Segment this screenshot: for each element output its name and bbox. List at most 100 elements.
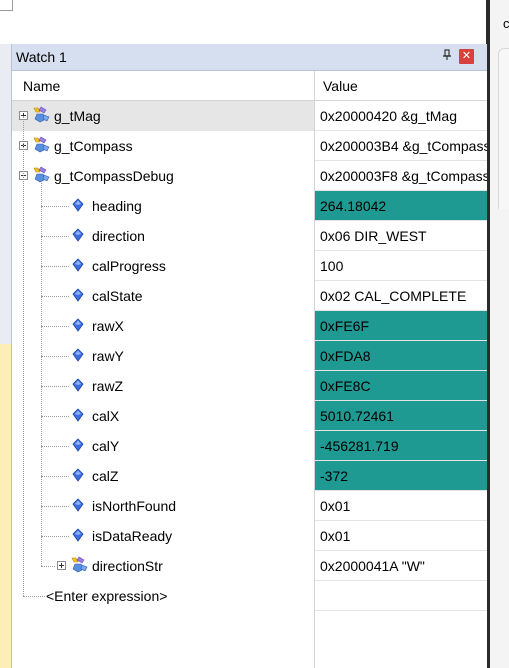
field-icon [72,258,84,272]
row-name-cell[interactable]: g_tMag [12,101,314,131]
row-name-cell[interactable]: g_tCompassDebug [12,161,314,191]
row-value-cell[interactable]: -372 [315,461,487,491]
tree-connector [41,386,69,387]
row-name-cell[interactable]: rawY [12,341,314,371]
enter-expression[interactable]: <Enter expression> [46,588,167,604]
row-value-cell[interactable]: 0x06 DIR_WEST [315,221,487,251]
watch-title: Watch 1 [16,49,67,65]
watch-row[interactable]: isNorthFound 0x01 [12,491,487,521]
row-name: rawZ [92,378,124,394]
pin-icon-glyph [443,49,451,60]
struct-icon [31,136,51,154]
row-value-cell[interactable]: 0x02 CAL_COMPLETE [315,281,487,311]
struct-icon [69,556,89,574]
adjacent-pane-edge [498,48,509,209]
field-icon [72,498,84,512]
watch-row[interactable]: calProgress 100 [12,251,487,281]
row-name: rawX [92,318,124,334]
tree-connector [41,296,69,297]
row-value-cell[interactable]: 0x200003F8 &g_tCompassDebug [315,161,487,191]
row-value: -456281.719 [320,438,399,454]
row-value: 0x2000041A "W" [320,558,425,574]
tree-root-line [23,116,24,596]
field-icon [72,528,84,542]
row-value-cell[interactable]: 0x01 [315,521,487,551]
expand-icon[interactable] [57,561,66,570]
row-value-cell[interactable] [315,581,487,611]
row-value-cell[interactable]: 0x2000041A "W" [315,551,487,581]
row-name-cell[interactable]: rawZ [12,371,314,401]
close-icon[interactable]: ✕ [459,49,474,64]
field-icon [72,198,84,212]
row-name: isNorthFound [92,498,177,514]
row-value-cell[interactable]: 0xFDA8 [315,341,487,371]
watch-row[interactable]: calX 5010.72461 [12,401,487,431]
row-name: isDataReady [92,528,173,544]
row-value: -372 [320,468,349,484]
tree-child-line [41,183,42,566]
watch-row[interactable]: g_tCompassDebug 0x200003F8 &g_tCompassDeb… [12,161,487,191]
tree-connector [41,476,69,477]
row-value: 0x200003F8 &g_tCompassDebug [320,168,487,184]
watch-row[interactable]: rawZ 0xFE8C [12,371,487,401]
row-name-cell[interactable]: rawX [12,311,314,341]
watch-row[interactable]: calState 0x02 CAL_COMPLETE [12,281,487,311]
row-value-cell[interactable]: 0xFE8C [315,371,487,401]
row-name-cell[interactable]: calY [12,431,314,461]
watch-row[interactable]: <Enter expression> [12,581,487,611]
header-divider[interactable] [314,71,315,100]
row-value-cell[interactable]: 5010.72461 [315,401,487,431]
tree-connector [41,266,69,267]
row-name-cell[interactable]: <Enter expression> [12,581,314,611]
row-name-cell[interactable]: calState [12,281,314,311]
watch-row[interactable]: rawX 0xFE6F [12,311,487,341]
watch-row[interactable]: direction 0x06 DIR_WEST [12,221,487,251]
row-value-cell[interactable]: 0x20000420 &g_tMag [315,101,487,131]
row-name-cell[interactable]: g_tCompass [12,131,314,161]
watch-row[interactable]: g_tMag 0x20000420 &g_tMag [12,101,487,131]
row-value-cell[interactable]: -456281.719 [315,431,487,461]
tree-connector [41,566,55,567]
adjacent-pane-text: c [503,16,509,31]
watch-row[interactable]: directionStr 0x2000041A "W" [12,551,487,581]
struct-icon [31,166,51,184]
row-value: 0xFE8C [320,378,371,394]
row-value-cell[interactable]: 0xFE6F [315,311,487,341]
row-value-cell[interactable]: 0x01 [315,491,487,521]
row-name-cell[interactable]: calX [12,401,314,431]
row-value-cell[interactable]: 264.18042 [315,191,487,221]
header-name[interactable]: Name [23,78,60,94]
row-value-cell[interactable]: 100 [315,251,487,281]
field-icon [72,348,84,362]
row-name-cell[interactable]: directionStr [12,551,314,581]
row-name-cell[interactable]: calProgress [12,251,314,281]
row-name: calState [92,288,143,304]
row-name-cell[interactable]: heading [12,191,314,221]
row-value: 0x200003B4 &g_tCompass [320,138,487,154]
watch-titlebar[interactable]: Watch 1 ✕ [12,44,487,71]
row-name-cell[interactable]: calZ [12,461,314,491]
row-name: calY [92,438,120,454]
pin-icon[interactable] [440,49,454,63]
watch-row[interactable]: heading 264.18042 [12,191,487,221]
field-icon [72,378,84,392]
adjacent-pane: c [490,0,509,668]
watch-row[interactable]: calY -456281.719 [12,431,487,461]
left-gutter [0,44,12,668]
watch-row[interactable]: g_tCompass 0x200003B4 &g_tCompass [12,131,487,161]
row-value-cell[interactable]: 0x200003B4 &g_tCompass [315,131,487,161]
header-value[interactable]: Value [323,78,358,94]
watch-row[interactable]: calZ -372 [12,461,487,491]
row-name-cell[interactable]: direction [12,221,314,251]
watch-row[interactable]: rawY 0xFDA8 [12,341,487,371]
tree-connector [41,446,69,447]
field-icon [72,228,84,242]
watch-row[interactable]: isDataReady 0x01 [12,521,487,551]
row-value: 0x20000420 &g_tMag [320,108,457,124]
row-name-cell[interactable]: isNorthFound [12,491,314,521]
tree-connector [41,206,69,207]
row-name-cell[interactable]: isDataReady [12,521,314,551]
row-name: calX [92,408,120,424]
row-value: 0x01 [320,498,351,514]
field-icon [72,318,84,332]
